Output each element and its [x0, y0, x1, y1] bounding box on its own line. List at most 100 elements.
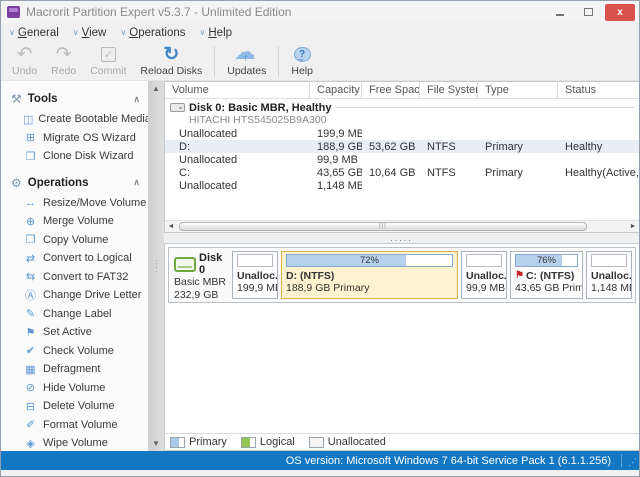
title-bar: Macrorit Partition Expert v5.3.7 - Unlim…: [1, 1, 639, 23]
volumes-table: Volume Capacity Free Space File System T…: [164, 81, 639, 233]
usage-bar: [591, 254, 627, 267]
app-window: Macrorit Partition Expert v5.3.7 - Unlim…: [0, 0, 640, 477]
scrollbar-thumb[interactable]: |||: [179, 222, 587, 231]
sidebar-item-delete-volume[interactable]: ⊟ Delete Volume: [1, 397, 148, 416]
drive-icon: [174, 257, 196, 272]
menu-operations[interactable]: ∨ Operations: [120, 27, 185, 39]
collapse-icon[interactable]: ∧: [133, 94, 140, 105]
copy-icon: ❐: [23, 233, 38, 246]
disk-group-row[interactable]: Disk 0: Basic MBR, Healthy HITACHI HTS54…: [165, 99, 639, 127]
disk-size: 232,9 GB: [174, 289, 227, 302]
scroll-down-icon[interactable]: ▼: [152, 439, 160, 448]
sidebar-item-migrate-os-wizard[interactable]: ⊞ Migrate OS Wizard: [1, 129, 148, 148]
menu-help[interactable]: ∨ Help: [200, 27, 233, 39]
toolbar-separator: [214, 46, 215, 77]
sidebar-section-operations[interactable]: ⚙ Operations ∧: [1, 172, 148, 194]
scroll-up-icon[interactable]: ▲: [152, 84, 160, 93]
reload-disks-button[interactable]: ↻ Reload Disks: [133, 43, 209, 80]
clone-disk-icon: ❐: [23, 150, 38, 163]
sidebar-item-convert-to-logical[interactable]: ⇄ Convert to Logical: [1, 249, 148, 268]
undo-button[interactable]: ↶ Undo: [5, 43, 44, 80]
column-file-system[interactable]: File System: [420, 82, 478, 98]
table-row[interactable]: Unallocated 1,148 MB: [165, 179, 639, 192]
migrate-os-icon: ⊞: [23, 131, 38, 144]
usage-percent: 72%: [360, 255, 379, 266]
table-row[interactable]: Unallocated 199,9 MB: [165, 127, 639, 140]
menu-view[interactable]: ∨ View: [73, 27, 107, 39]
column-type[interactable]: Type: [478, 82, 558, 98]
sidebar-scrollbar[interactable]: ▲ ···· ▼: [148, 81, 164, 451]
resize-grip-icon[interactable]: ⋰: [628, 457, 637, 468]
undo-icon: ↶: [17, 44, 33, 65]
partition-block-c[interactable]: 76% ⚑ C: (NTFS) 43,65 GB Primary: [510, 251, 583, 299]
table-row[interactable]: C: 43,65 GB 10,64 GB NTFS Primary Health…: [165, 166, 639, 179]
sidebar-item-change-label[interactable]: ✎ Change Label: [1, 305, 148, 324]
sidebar-item-clone-disk-wizard[interactable]: ❐ Clone Disk Wizard: [1, 147, 148, 166]
commit-button[interactable]: ✓ Commit: [83, 43, 133, 80]
scroll-left-icon[interactable]: ◄: [165, 223, 177, 230]
sidebar-item-check-volume[interactable]: ✔ Check Volume: [1, 342, 148, 361]
legend-logical: Logical: [241, 436, 295, 448]
primary-swatch: [170, 437, 185, 448]
horizontal-scrollbar[interactable]: ◄ ||| ►: [165, 220, 639, 232]
legend-primary: Primary: [170, 436, 227, 448]
menu-general[interactable]: ∨ General: [9, 27, 59, 39]
partition-block-unallocated[interactable]: Unalloc... 1,148 MB: [586, 251, 632, 299]
pane-splitter[interactable]: .....: [164, 233, 639, 243]
toolbar: ↶ Undo ↷ Redo ✓ Commit ↻ Reload Disks ☁ …: [1, 43, 639, 81]
sidebar-item-copy-volume[interactable]: ❐ Copy Volume: [1, 231, 148, 250]
partition-block-d[interactable]: 72% D: (NTFS) 188,9 GB Primary: [281, 251, 458, 299]
redo-button[interactable]: ↷ Redo: [44, 43, 83, 80]
sidebar-item-resize-move-volume[interactable]: ↔ Resize/Move Volume: [1, 194, 148, 213]
sidebar: ⚒ Tools ∧ ◫ Create Bootable Media ⊞ Migr…: [1, 81, 148, 451]
column-volume[interactable]: Volume: [165, 82, 310, 98]
convert-logical-icon: ⇄: [23, 252, 38, 265]
sidebar-item-create-bootable-media[interactable]: ◫ Create Bootable Media: [1, 110, 148, 129]
gear-icon: ⚙: [11, 176, 22, 190]
collapse-icon[interactable]: ∧: [133, 177, 140, 188]
sidebar-item-defragment[interactable]: ▦ Defragment: [1, 360, 148, 379]
close-button[interactable]: x: [605, 4, 635, 21]
splitter-handle[interactable]: .....: [390, 236, 413, 240]
label-icon: ✎: [23, 307, 38, 320]
disk-map-pane: Disk 0 Basic MBR 232,9 GB Unalloc... 199…: [164, 243, 639, 451]
chevron-down-icon: ∨: [73, 28, 79, 37]
column-status[interactable]: Status: [558, 82, 639, 98]
disk-icon: [170, 103, 185, 112]
status-bar: OS version: Microsoft Windows 7 64-bit S…: [1, 451, 639, 470]
flag-icon: ⚑: [23, 326, 38, 339]
maximize-button[interactable]: [577, 4, 599, 20]
active-flag-icon: ⚑: [515, 270, 524, 281]
column-capacity[interactable]: Capacity: [310, 82, 362, 98]
window-edge: [1, 470, 639, 476]
usage-bar: [466, 254, 502, 267]
usage-bar: 76%: [515, 254, 578, 267]
sidebar-item-hide-volume[interactable]: ⊘ Hide Volume: [1, 379, 148, 398]
usage-percent: 76%: [537, 255, 556, 266]
column-free-space[interactable]: Free Space: [362, 82, 420, 98]
sidebar-item-format-volume[interactable]: ✐ Format Volume: [1, 416, 148, 435]
sidebar-item-merge-volume[interactable]: ⊕ Merge Volume: [1, 212, 148, 231]
sidebar-item-change-drive-letter[interactable]: Ⓐ Change Drive Letter: [1, 286, 148, 305]
disk-info-block[interactable]: Disk 0 Basic MBR 232,9 GB: [172, 251, 229, 299]
partition-block-unallocated[interactable]: Unalloc... 199,9 MB: [232, 251, 278, 299]
sidebar-item-convert-to-fat32[interactable]: ⇆ Convert to FAT32: [1, 268, 148, 287]
bootable-media-icon: ◫: [23, 113, 33, 126]
wipe-icon: ◈: [23, 437, 38, 450]
usage-bar: [237, 254, 273, 267]
sidebar-section-tools[interactable]: ⚒ Tools ∧: [1, 88, 148, 110]
table-row[interactable]: Unallocated 99,9 MB: [165, 153, 639, 166]
help-button[interactable]: ? Help: [284, 43, 320, 80]
help-bubble-icon: ?: [294, 47, 311, 62]
updates-button[interactable]: ☁ ↑ Updates: [220, 43, 273, 80]
partition-block-unallocated[interactable]: Unalloc... 99,9 MB: [461, 251, 507, 299]
hide-icon: ⊘: [23, 381, 38, 394]
sidebar-item-wipe-volume[interactable]: ◈ Wipe Volume: [1, 434, 148, 451]
minimize-button[interactable]: [549, 4, 571, 20]
table-header: Volume Capacity Free Space File System T…: [165, 82, 639, 99]
scroll-right-icon[interactable]: ►: [627, 223, 639, 230]
table-row[interactable]: D: 188,9 GB 53,62 GB NTFS Primary Health…: [165, 140, 639, 153]
splitter-grip-icon[interactable]: ····: [153, 259, 159, 274]
redo-icon: ↷: [56, 44, 72, 65]
sidebar-item-set-active[interactable]: ⚑ Set Active: [1, 323, 148, 342]
